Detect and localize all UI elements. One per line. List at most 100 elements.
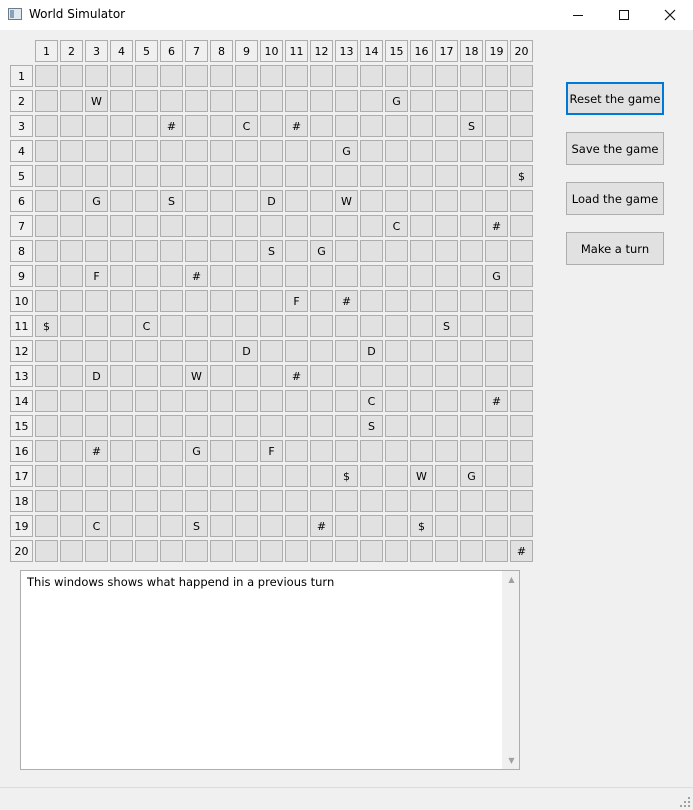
grid-cell[interactable]: $ (510, 165, 533, 187)
grid-cell[interactable] (485, 190, 508, 212)
grid-cell[interactable] (235, 215, 258, 237)
grid-cell[interactable] (435, 290, 458, 312)
grid-cell[interactable] (410, 290, 433, 312)
grid-cell[interactable] (435, 90, 458, 112)
grid-cell[interactable] (335, 540, 358, 562)
grid-cell[interactable] (60, 490, 83, 512)
grid-cell[interactable] (60, 290, 83, 312)
grid-cell[interactable] (235, 515, 258, 537)
grid-cell[interactable]: # (335, 290, 358, 312)
grid-cell[interactable]: C (385, 215, 408, 237)
grid-cell[interactable] (35, 165, 58, 187)
grid-cell[interactable] (210, 365, 233, 387)
grid-cell[interactable]: W (85, 90, 108, 112)
grid-cell[interactable] (285, 490, 308, 512)
grid-cell[interactable] (360, 115, 383, 137)
grid-cell[interactable] (360, 540, 383, 562)
grid-cell[interactable] (460, 390, 483, 412)
grid-cell[interactable] (35, 140, 58, 162)
grid-cell[interactable] (285, 190, 308, 212)
grid-cell[interactable] (185, 315, 208, 337)
grid-cell[interactable]: G (85, 190, 108, 212)
grid-cell[interactable] (160, 540, 183, 562)
grid-cell[interactable]: S (460, 115, 483, 137)
grid-cell[interactable] (435, 215, 458, 237)
grid-cell[interactable] (235, 265, 258, 287)
grid-cell[interactable]: G (310, 240, 333, 262)
grid-cell[interactable] (410, 365, 433, 387)
grid-cell[interactable] (510, 515, 533, 537)
grid-cell[interactable] (185, 240, 208, 262)
reset-game-button[interactable]: Reset the game (566, 82, 664, 115)
grid-cell[interactable] (435, 365, 458, 387)
grid-cell[interactable] (235, 190, 258, 212)
grid-cell[interactable]: $ (410, 515, 433, 537)
grid-cell[interactable] (260, 140, 283, 162)
grid-cell[interactable] (385, 290, 408, 312)
grid-cell[interactable] (385, 190, 408, 212)
grid-cell[interactable] (310, 190, 333, 212)
grid-cell[interactable] (85, 465, 108, 487)
grid-cell[interactable]: D (235, 340, 258, 362)
grid-cell[interactable] (335, 165, 358, 187)
grid-cell[interactable] (60, 515, 83, 537)
grid-cell[interactable] (135, 440, 158, 462)
grid-cell[interactable] (160, 215, 183, 237)
grid-cell[interactable] (110, 165, 133, 187)
grid-cell[interactable] (435, 190, 458, 212)
grid-cell[interactable] (460, 415, 483, 437)
grid-cell[interactable]: # (510, 540, 533, 562)
grid-cell[interactable] (385, 165, 408, 187)
grid-cell[interactable] (210, 115, 233, 137)
grid-cell[interactable] (360, 90, 383, 112)
grid-cell[interactable] (310, 115, 333, 137)
grid-cell[interactable] (110, 265, 133, 287)
grid-cell[interactable] (435, 265, 458, 287)
grid-cell[interactable] (310, 215, 333, 237)
grid-cell[interactable] (435, 165, 458, 187)
grid-cell[interactable] (35, 90, 58, 112)
grid-cell[interactable] (385, 65, 408, 87)
grid-cell[interactable] (335, 90, 358, 112)
grid-cell[interactable] (35, 490, 58, 512)
grid-cell[interactable] (185, 290, 208, 312)
grid-cell[interactable] (185, 415, 208, 437)
grid-cell[interactable] (460, 540, 483, 562)
grid-cell[interactable] (135, 240, 158, 262)
grid-cell[interactable] (60, 315, 83, 337)
grid-cell[interactable] (210, 415, 233, 437)
grid-cell[interactable] (485, 490, 508, 512)
make-turn-button[interactable]: Make a turn (566, 232, 664, 265)
grid-cell[interactable] (185, 90, 208, 112)
grid-cell[interactable] (210, 265, 233, 287)
grid-cell[interactable] (35, 515, 58, 537)
grid-cell[interactable] (385, 340, 408, 362)
grid-cell[interactable] (410, 490, 433, 512)
grid-cell[interactable] (285, 390, 308, 412)
grid-cell[interactable] (210, 215, 233, 237)
grid-cell[interactable] (110, 290, 133, 312)
grid-cell[interactable] (510, 490, 533, 512)
grid-cell[interactable] (285, 315, 308, 337)
grid-cell[interactable] (485, 290, 508, 312)
grid-cell[interactable] (85, 165, 108, 187)
grid-cell[interactable]: # (485, 390, 508, 412)
grid-cell[interactable] (60, 215, 83, 237)
grid-cell[interactable] (285, 465, 308, 487)
grid-cell[interactable] (260, 265, 283, 287)
grid-cell[interactable]: # (285, 115, 308, 137)
grid-cell[interactable] (410, 140, 433, 162)
grid-cell[interactable] (460, 190, 483, 212)
grid-cell[interactable] (160, 265, 183, 287)
grid-cell[interactable] (510, 465, 533, 487)
grid-cell[interactable]: $ (35, 315, 58, 337)
grid-cell[interactable] (435, 390, 458, 412)
grid-cell[interactable] (260, 490, 283, 512)
grid-cell[interactable] (135, 490, 158, 512)
grid-cell[interactable] (135, 390, 158, 412)
grid-cell[interactable] (235, 390, 258, 412)
grid-cell[interactable] (335, 265, 358, 287)
grid-cell[interactable] (385, 440, 408, 462)
grid-cell[interactable] (185, 190, 208, 212)
grid-cell[interactable]: # (285, 365, 308, 387)
